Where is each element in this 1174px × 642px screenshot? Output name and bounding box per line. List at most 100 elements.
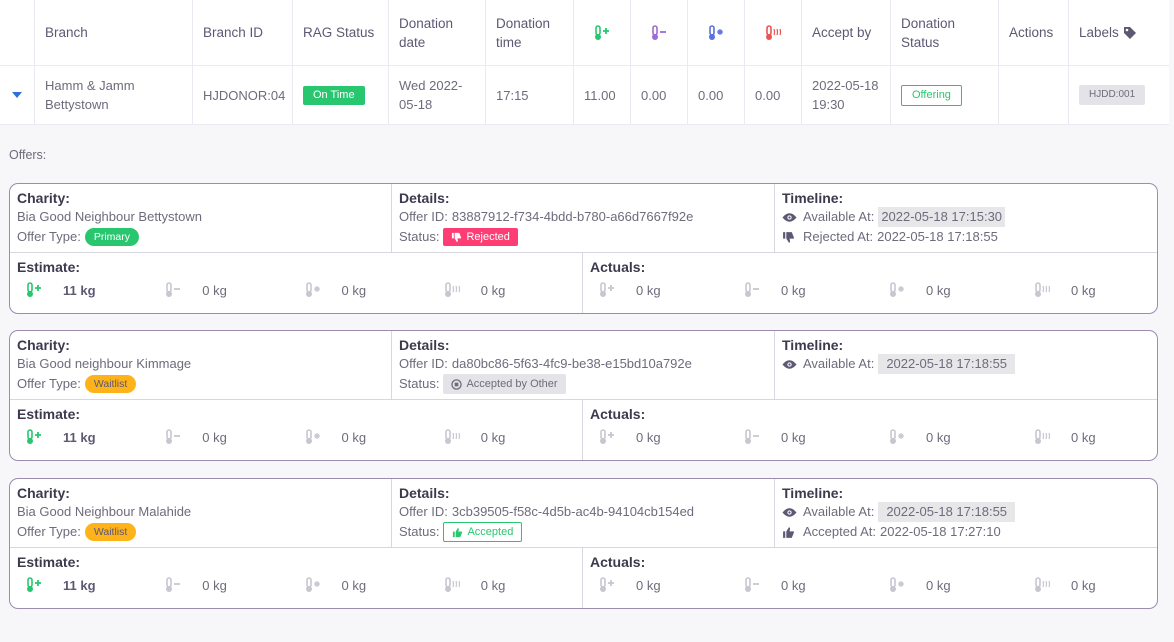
cell-donation-date: Wed 2022-05-18 bbox=[389, 66, 486, 124]
estimate-chilled-value: 0 kg bbox=[202, 282, 227, 298]
thumbs-down-icon bbox=[452, 232, 462, 242]
thermometer-snowflake-icon bbox=[305, 577, 320, 592]
offer-type-label: Offer Type: bbox=[17, 376, 81, 391]
offer-id-row: Offer ID: 3cb39505-f58c-4d5b-ac4b-94104cb… bbox=[399, 502, 766, 522]
actual-ambient: 0 kg bbox=[590, 279, 735, 301]
offer-type-row: Offer Type: Primary bbox=[17, 227, 383, 247]
actual-frozen-value: 0 kg bbox=[926, 577, 951, 593]
thermometer-heat-icon bbox=[444, 282, 460, 297]
timeline-heading: Timeline: bbox=[782, 485, 844, 501]
estimate-heading: Estimate: bbox=[17, 259, 81, 275]
details-section: Details: Offer ID: 83887912-f734-4bdd-b78… bbox=[392, 184, 775, 252]
actual-ambient-value: 0 kg bbox=[636, 429, 661, 445]
status-badge: Accepted by Other bbox=[443, 374, 566, 394]
details-heading: Details: bbox=[399, 337, 450, 353]
charity-section: Charity: Bia Good Neighbour Bettystown O… bbox=[10, 184, 392, 252]
charity-name: Bia Good Neighbour Bettystown bbox=[17, 209, 202, 224]
tag-icon bbox=[1123, 26, 1136, 39]
available-at-row: Available At: 2022-05-18 17:18:55 bbox=[782, 354, 1149, 374]
offer-card: Charity: Bia Good neighbour Kimmage Offe… bbox=[9, 330, 1158, 461]
eye-icon bbox=[782, 359, 797, 369]
header-rag-status[interactable]: RAG Status bbox=[293, 0, 389, 65]
offer-type-row: Offer Type: Waitlist bbox=[17, 374, 383, 394]
actual-hot-value: 0 kg bbox=[1071, 282, 1096, 298]
offer-type-badge: Waitlist bbox=[84, 523, 137, 541]
offer-id-label: Offer ID: bbox=[399, 356, 448, 371]
details-section: Details: Offer ID: da80bc86-5f63-4fc9-be3… bbox=[392, 331, 775, 399]
status-badge: Accepted bbox=[443, 522, 523, 542]
table-row[interactable]: Hamm & Jamm Bettystown HJDONOR:04 On Tim… bbox=[0, 66, 1169, 125]
status-label: Status: bbox=[399, 524, 440, 539]
estimate-chilled: 0 kg bbox=[156, 279, 295, 301]
estimate-hot: 0 kg bbox=[435, 574, 574, 596]
accepted-at-value: 2022-05-18 17:27:10 bbox=[880, 524, 1001, 539]
header-donation-date[interactable]: Donation date bbox=[389, 0, 486, 65]
status-row: Status: Accepted by Other bbox=[399, 374, 766, 394]
rejected-at-row: Rejected At: 2022-05-18 17:18:55 bbox=[782, 227, 1149, 247]
actual-hot: 0 kg bbox=[1025, 279, 1157, 301]
thermometer-plus-icon bbox=[600, 282, 614, 297]
label-chip[interactable]: HJDD:001 bbox=[1079, 85, 1146, 105]
thermometer-minus-icon bbox=[745, 577, 759, 592]
cell-chilled: 0.00 bbox=[631, 66, 688, 124]
offer-type-label: Offer Type: bbox=[17, 229, 81, 244]
estimate-section: Estimate: 11 kg 0 kg 0 kg 0 kg bbox=[10, 400, 583, 460]
actual-frozen: 0 kg bbox=[880, 279, 1025, 301]
thermometer-snowflake-icon bbox=[305, 429, 320, 444]
actual-chilled: 0 kg bbox=[735, 279, 880, 301]
header-labels: Labels bbox=[1069, 0, 1163, 65]
offer-card: Charity: Bia Good Neighbour Bettystown O… bbox=[9, 183, 1158, 314]
cell-donation-status: Offering bbox=[891, 66, 999, 124]
actual-chilled-value: 0 kg bbox=[781, 282, 806, 298]
actual-ambient: 0 kg bbox=[590, 426, 735, 448]
offer-card: Charity: Bia Good Neighbour Malahide Off… bbox=[9, 478, 1158, 609]
status-label: Status: bbox=[399, 376, 440, 391]
estimate-chilled: 0 kg bbox=[156, 426, 295, 448]
header-expand bbox=[0, 0, 35, 65]
actual-hot-value: 0 kg bbox=[1071, 429, 1096, 445]
estimate-frozen-value: 0 kg bbox=[341, 282, 367, 298]
header-donation-status[interactable]: Donation Status bbox=[891, 0, 999, 65]
header-accept-by[interactable]: Accept by bbox=[802, 0, 891, 65]
estimate-hot: 0 kg bbox=[435, 426, 574, 448]
thermometer-snowflake-icon bbox=[890, 577, 904, 592]
estimate-chilled: 0 kg bbox=[156, 574, 295, 596]
accepted-at-row: Accepted At: 2022-05-18 17:27:10 bbox=[782, 522, 1149, 542]
eye-icon bbox=[782, 507, 797, 517]
thermometer-minus-icon bbox=[745, 429, 759, 444]
thermometer-minus-icon bbox=[166, 282, 181, 297]
thumbs-up-icon bbox=[783, 526, 794, 538]
rag-status-badge: On Time bbox=[303, 85, 365, 105]
thermometer-plus-icon bbox=[600, 429, 614, 444]
charity-heading: Charity: bbox=[17, 190, 70, 206]
actual-hot: 0 kg bbox=[1025, 426, 1157, 448]
status-text: Accepted by Other bbox=[466, 378, 558, 390]
offer-type-row: Offer Type: Waitlist bbox=[17, 522, 383, 542]
rejected-at-value: 2022-05-18 17:18:55 bbox=[877, 229, 998, 244]
header-donation-time[interactable]: Donation time bbox=[486, 0, 574, 65]
charity-name: Bia Good neighbour Kimmage bbox=[17, 356, 192, 371]
thermometer-minus-icon bbox=[166, 429, 181, 444]
cell-labels: HJDD:001 bbox=[1069, 66, 1163, 124]
offers-heading: Offers: bbox=[9, 148, 47, 162]
thermometer-plus-icon bbox=[27, 577, 41, 592]
timeline-section: Timeline: Available At: 2022-05-18 17:15… bbox=[775, 184, 1157, 252]
donations-table: Branch Branch ID RAG Status Donation dat… bbox=[0, 0, 1169, 125]
offer-type-badge: Primary bbox=[84, 228, 140, 246]
header-branch[interactable]: Branch bbox=[35, 0, 193, 65]
available-at-value: 2022-05-18 17:15:30 bbox=[878, 207, 1006, 227]
available-at-value: 2022-05-18 17:18:55 bbox=[878, 502, 1016, 522]
offer-id-label: Offer ID: bbox=[399, 504, 448, 519]
header-actions: Actions bbox=[999, 0, 1069, 65]
estimate-section: Estimate: 11 kg 0 kg 0 kg 0 kg bbox=[10, 548, 583, 608]
charity-section: Charity: Bia Good Neighbour Malahide Off… bbox=[10, 479, 392, 547]
available-at-label: Available At: bbox=[803, 356, 875, 371]
actuals-section: Actuals: 0 kg 0 kg 0 kg 0 kg bbox=[583, 548, 1157, 608]
expand-toggle[interactable] bbox=[0, 66, 35, 124]
donation-status-badge: Offering bbox=[901, 84, 962, 106]
header-branch-id[interactable]: Branch ID bbox=[193, 0, 293, 65]
actual-chilled: 0 kg bbox=[735, 574, 880, 596]
thermometer-plus-icon bbox=[600, 577, 614, 592]
thermometer-snowflake-icon bbox=[890, 282, 904, 297]
estimate-section: Estimate: 11 kg 0 kg 0 kg 0 kg bbox=[10, 253, 583, 313]
